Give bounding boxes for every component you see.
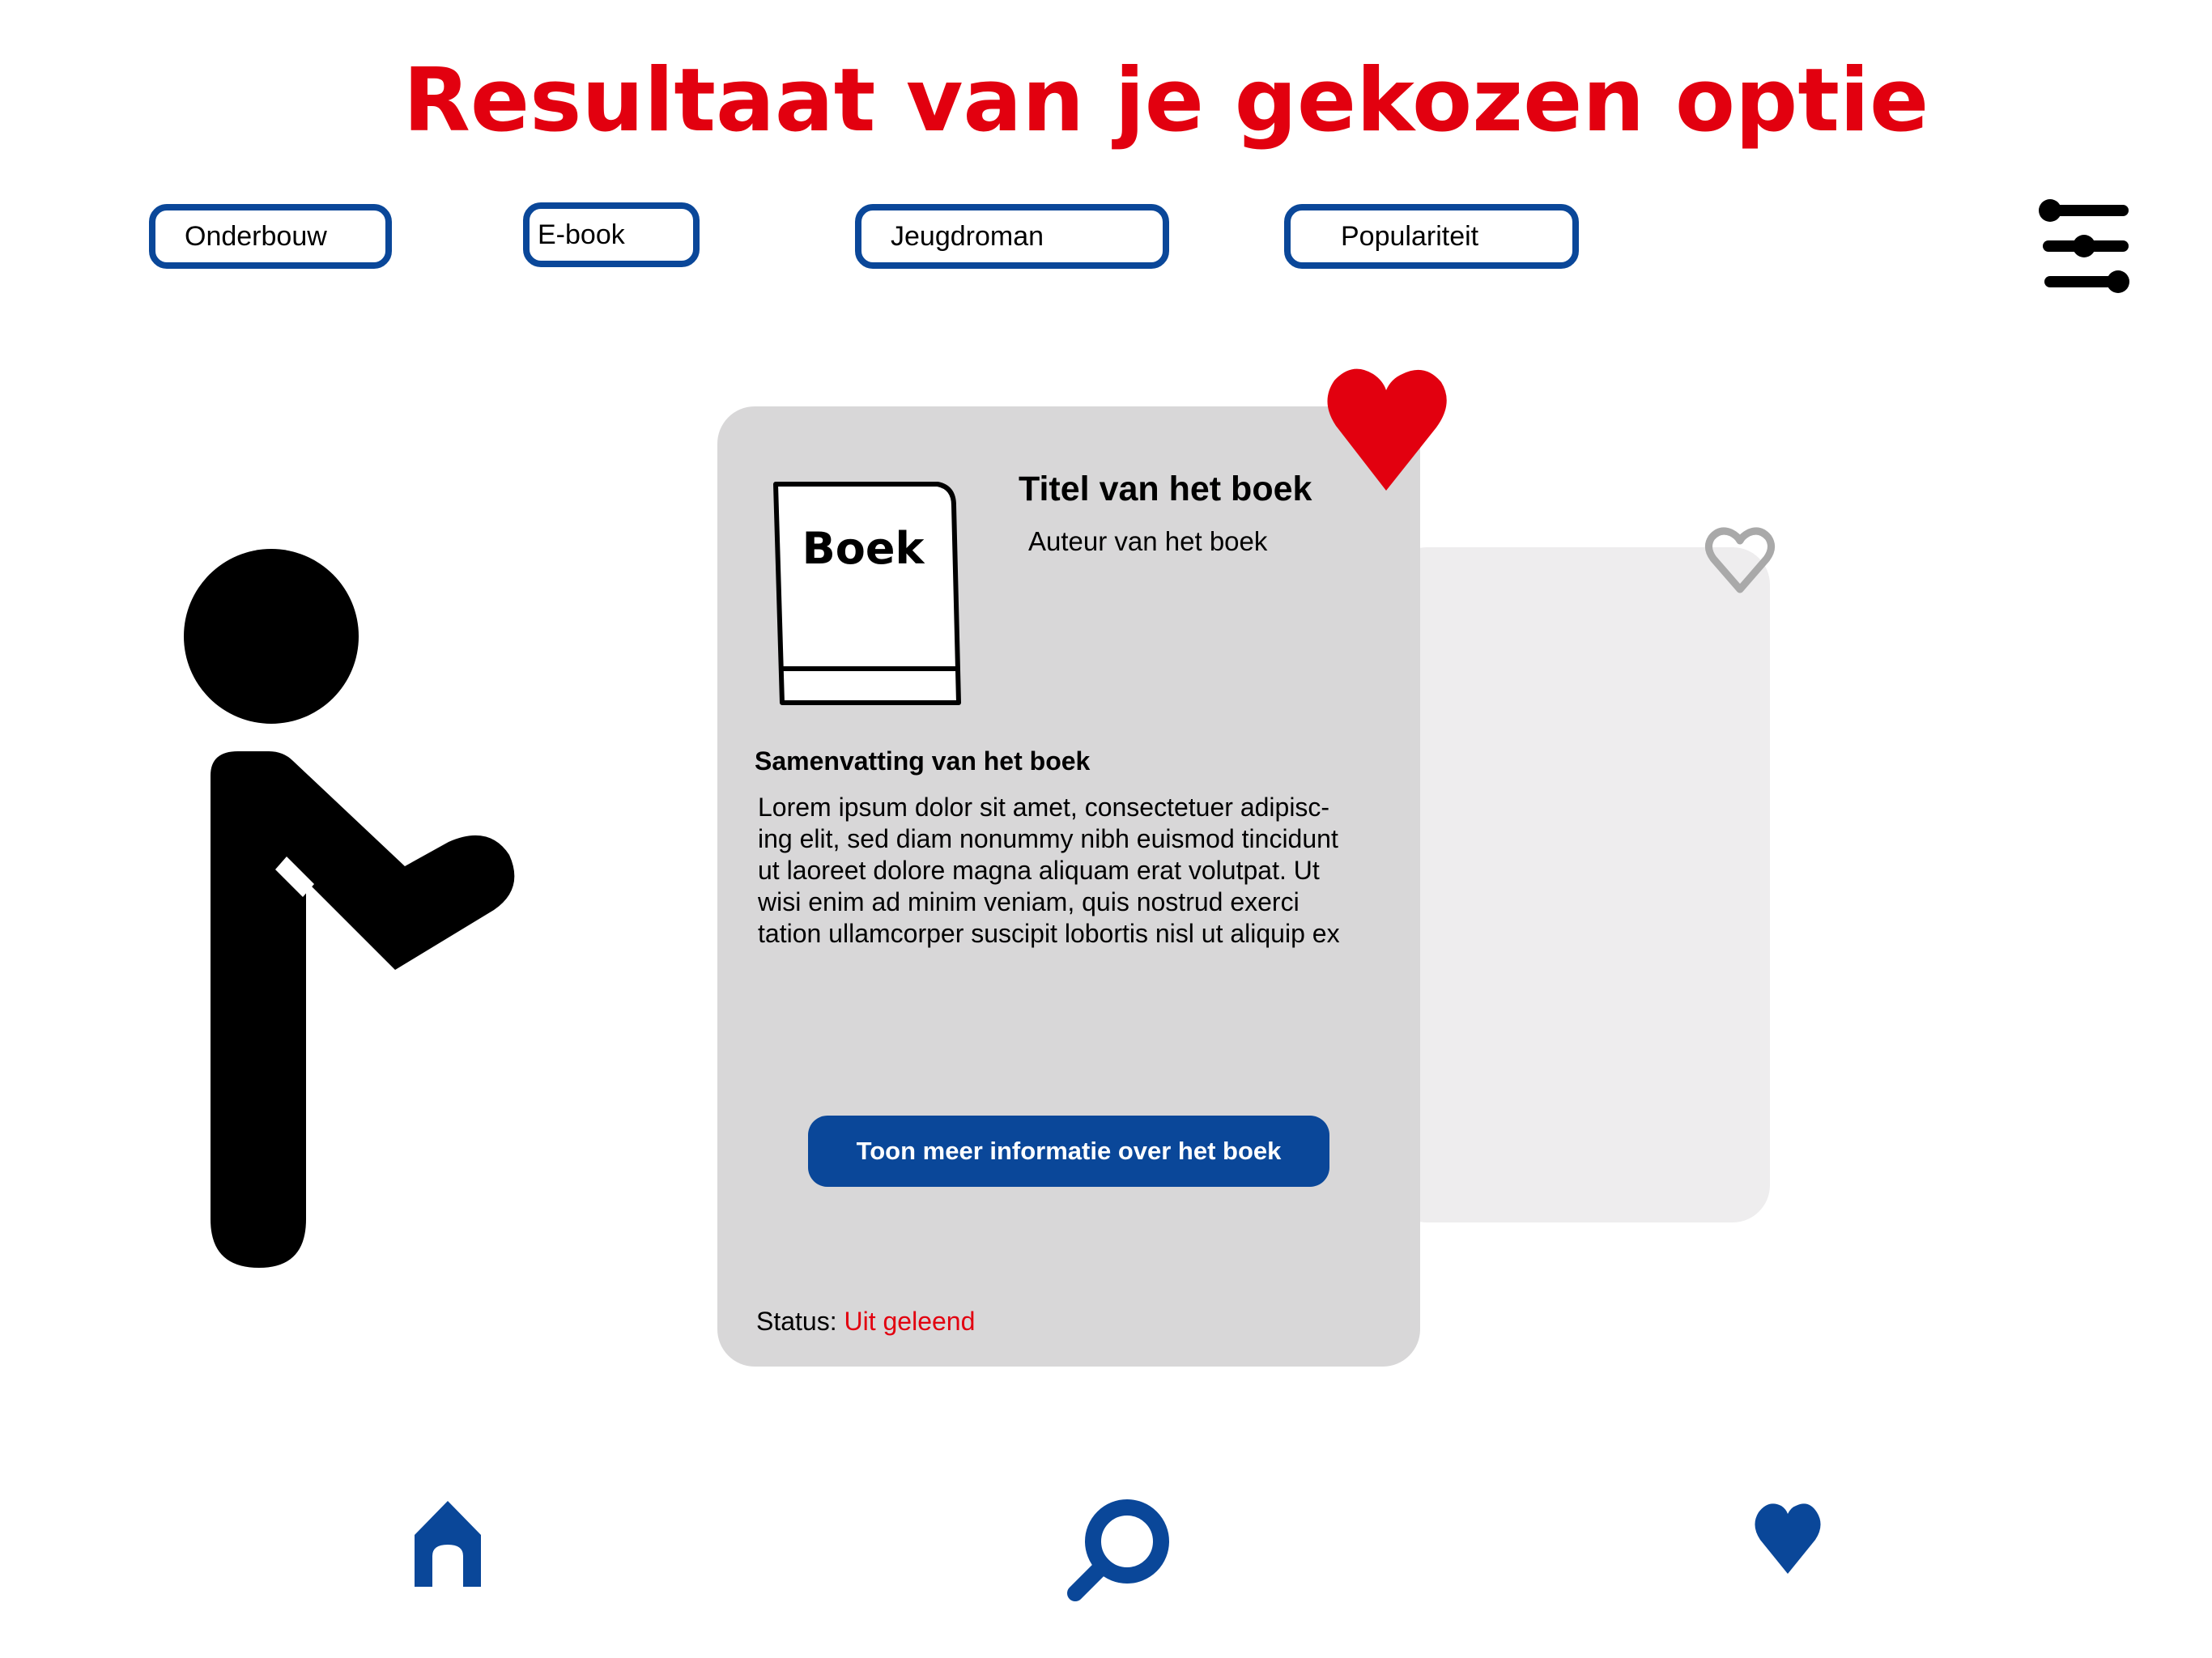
filter-chip-label: Populariteit (1341, 221, 1479, 252)
filter-chip-label: Onderbouw (185, 221, 327, 252)
book-title: Titel van het boek (1019, 470, 1312, 508)
heart-filled-icon[interactable] (1325, 366, 1448, 492)
heart-outline-icon[interactable] (1704, 525, 1776, 597)
book-cover-icon: Boek (773, 482, 961, 705)
next-book-card[interactable] (1389, 547, 1770, 1222)
person-reading-figure (184, 549, 515, 1268)
home-icon[interactable] (413, 1499, 483, 1588)
book-author: Auteur van het boek (1028, 526, 1268, 556)
filter-chip-label: E-book (538, 219, 625, 250)
status-label: Status: (756, 1307, 837, 1336)
status-value: Uit geleend (844, 1307, 976, 1336)
summary-text: Lorem ipsum dolor sit amet, consectetuer… (758, 792, 1406, 950)
page-title: Resultaat van je gekozen optie (402, 50, 1929, 151)
summary-line: tation ullamcorper suscipit lobortis nis… (758, 919, 1340, 948)
heart-icon[interactable] (1754, 1501, 1822, 1575)
summary-line: ut laoreet dolore magna aliquam erat vol… (758, 856, 1320, 885)
book-cover-text: Boek (802, 523, 925, 574)
summary-line: Lorem ipsum dolor sit amet, consectetuer… (758, 793, 1330, 822)
status-row: Status: Uit geleend (756, 1307, 975, 1337)
search-icon[interactable] (1067, 1498, 1176, 1601)
sliders-icon[interactable] (2039, 199, 2133, 296)
more-info-button[interactable]: Toon meer informatie over het boek (808, 1116, 1329, 1187)
summary-line: wisi enim ad minim veniam, quis nostrud … (758, 887, 1300, 916)
filter-chip-ebook[interactable]: E-book (523, 202, 700, 267)
filter-chip-populariteit[interactable]: Populariteit (1284, 204, 1579, 269)
summary-line: ing elit, sed diam nonummy nibh euismod … (758, 824, 1338, 853)
filter-chip-onderbouw[interactable]: Onderbouw (149, 204, 392, 269)
summary-heading: Samenvatting van het boek (755, 746, 1091, 776)
filter-chip-jeugdroman[interactable]: Jeugdroman (855, 204, 1169, 269)
filter-chip-label: Jeugdroman (891, 221, 1044, 252)
